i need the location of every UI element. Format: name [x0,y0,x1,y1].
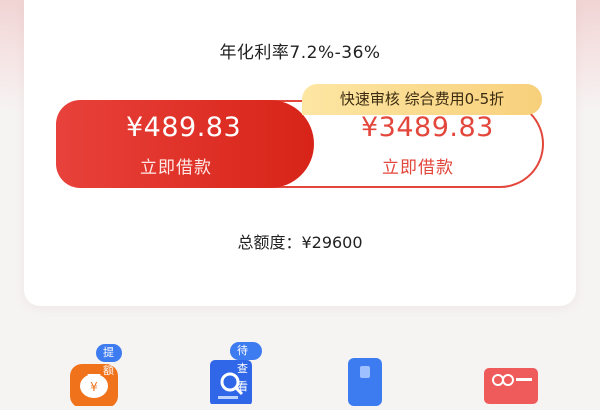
loan-amount-left: ¥489.83 [126,112,242,143]
money-bag-entry[interactable]: ¥ 提额 [66,344,122,408]
total-limit-text: 总额度：¥29600 [237,233,363,252]
annual-rate-text: 年化利率7.2%-36% [219,43,381,63]
top-pill [176,0,424,24]
phone-entry[interactable] [346,356,386,406]
document-search-icon [210,360,252,406]
coupon-entry[interactable] [482,364,542,404]
phone-card-icon [348,358,382,406]
quick-entry-row: ¥ 提额 待查看 [0,330,600,408]
svg-text:¥: ¥ [90,380,98,394]
loan-amount-right: ¥3489.83 [361,112,494,143]
document-entry[interactable]: 待查看 [206,342,262,406]
borrow-now-label-right: 立即借款 [382,158,454,178]
borrow-now-label-left: 立即借款 [140,158,212,178]
pending-view-badge: 待查看 [230,342,262,393]
raise-limit-badge: 提额 [96,344,122,377]
promo-badge: 快速审核 综合费用0-5折 [302,84,542,115]
gift-coupon-icon [484,368,538,404]
